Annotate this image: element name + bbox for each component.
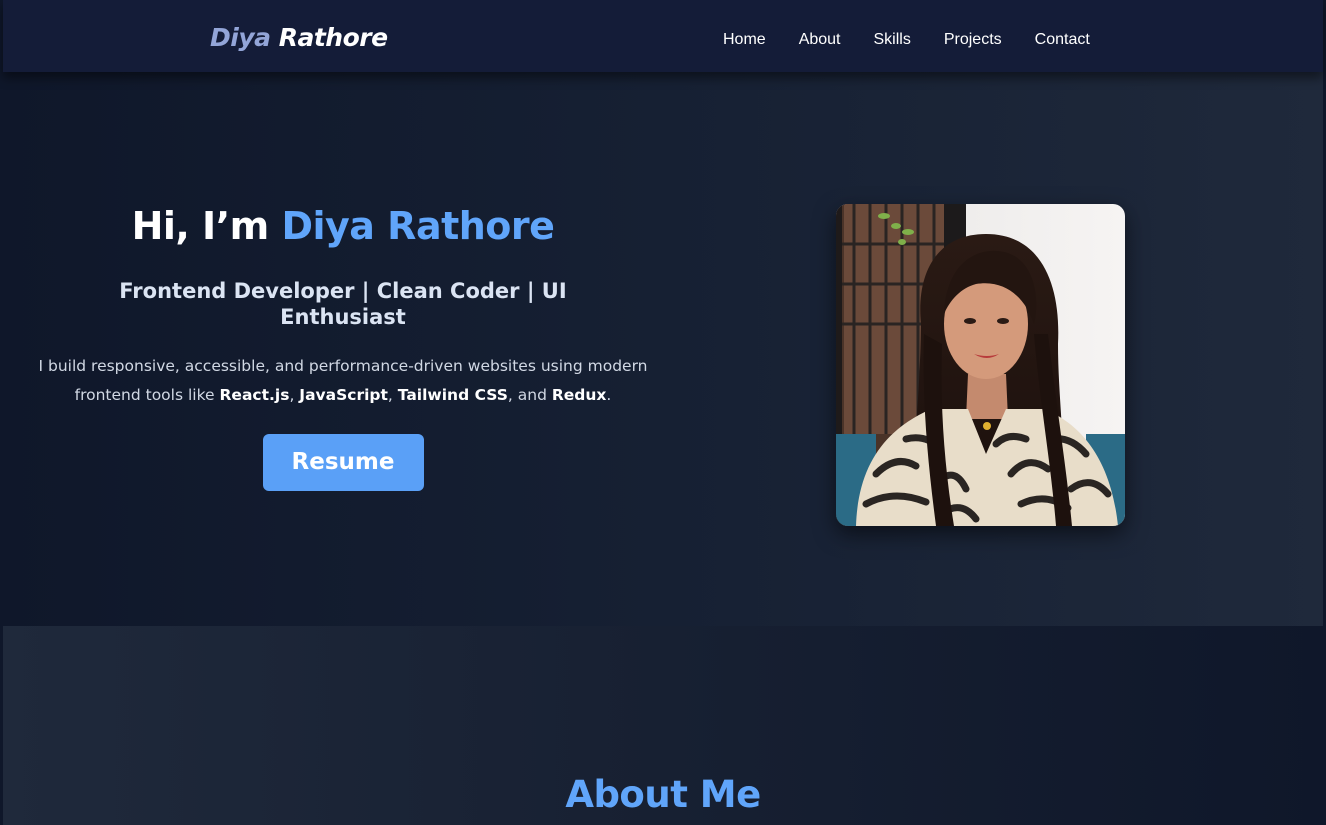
hero-subtitle: Frontend Developer | Clean Coder | UI En… (119, 279, 567, 329)
resume-button[interactable]: Resume (262, 434, 424, 491)
nav-link-home[interactable]: Home (723, 30, 766, 50)
about-section: About Me (3, 626, 1323, 825)
site-logo[interactable]: Diya Rathore (210, 22, 388, 54)
tool-redux: Redux (551, 386, 607, 404)
tool-react: React.js (219, 386, 290, 404)
nav-link-about[interactable]: About (799, 30, 841, 50)
about-title: About Me (565, 773, 761, 816)
tool-javascript: JavaScript (299, 386, 388, 404)
hero-section: Hi, I’m Diya Rathore Frontend Developer … (3, 72, 1323, 626)
nav-link-projects[interactable]: Projects (944, 30, 1002, 50)
logo-last-name: Rathore (278, 23, 388, 52)
hero-description: I build responsive, accessible, and perf… (38, 357, 648, 404)
profile-photo (836, 204, 1125, 526)
hero-title: Hi, I’m Diya Rathore (33, 202, 653, 250)
hero-greeting: Hi, I’m (131, 204, 270, 248)
logo-first-name: Diya (210, 23, 271, 52)
navbar: Diya Rathore Home About Skills Projects … (3, 0, 1323, 72)
nav-link-skills[interactable]: Skills (874, 30, 911, 50)
page: Diya Rathore Home About Skills Projects … (0, 0, 1326, 825)
profile-photo-image (836, 204, 1125, 526)
nav-links: Home About Skills Projects Contact (723, 30, 1123, 50)
tool-tailwind: Tailwind CSS (397, 386, 508, 404)
hero-name: Diya Rathore (281, 204, 555, 248)
hero-intro: Hi, I’m Diya Rathore Frontend Developer … (33, 202, 653, 491)
nav-link-contact[interactable]: Contact (1035, 30, 1090, 50)
